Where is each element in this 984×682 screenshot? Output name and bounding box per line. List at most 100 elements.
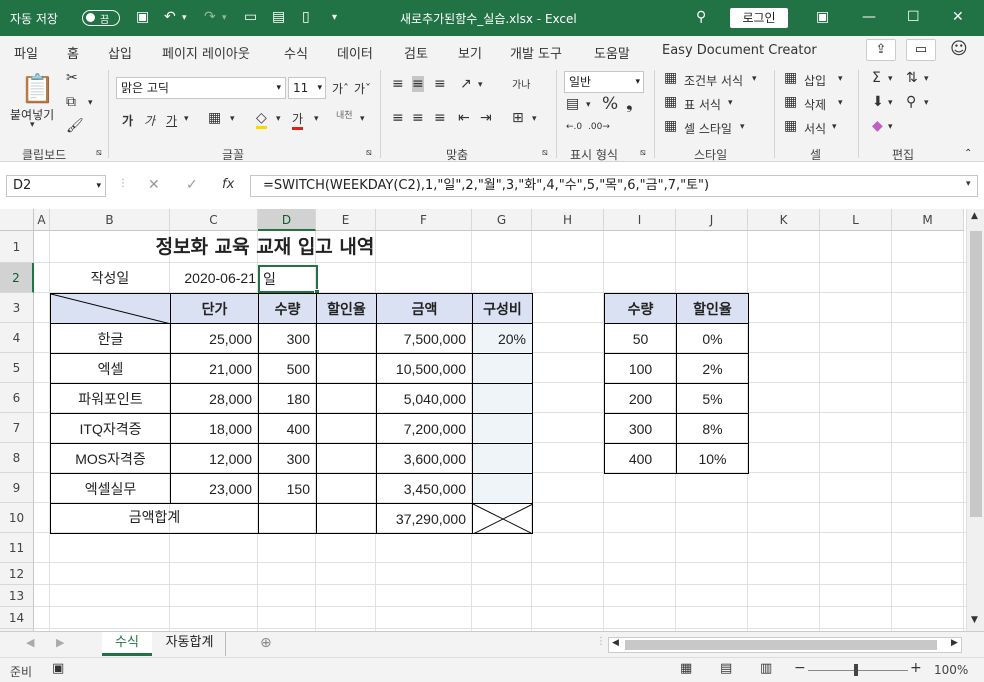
orientation-dropdown-icon[interactable]: ▾ [478,80,483,90]
column-header-i[interactable]: I [604,209,676,231]
maximize-icon[interactable]: ☐ [907,9,920,25]
scroll-left-icon[interactable]: ◀ [612,638,619,648]
clear-icon[interactable]: ◆ [872,118,883,134]
font-launcher-icon[interactable]: ⧅ [366,148,372,158]
item-ratio[interactable]: 20% [472,323,533,354]
item-name[interactable]: 한글 [50,323,171,354]
item-name[interactable]: 파워포인트 [50,383,171,414]
active-cell-d2[interactable]: 일 [258,265,318,293]
total-ratio-crossed[interactable] [472,503,533,534]
scroll-right-icon[interactable]: ▶ [951,638,958,648]
item-name[interactable]: 엑셀 [50,353,171,384]
redo-dropdown-icon[interactable]: ▾ [222,13,227,23]
align-bottom-icon[interactable]: ≡ [434,76,446,92]
macro-record-icon[interactable]: ▣ [52,661,64,676]
item-amount[interactable]: 10,500,000 [376,353,473,384]
item-discount[interactable] [316,353,377,384]
column-header-k[interactable]: K [748,209,820,231]
total-label[interactable]: 금액합계 [50,503,259,534]
lookup-header-quantity[interactable]: 수량 [604,293,677,324]
login-button[interactable]: 로그인 [730,8,788,28]
item-price[interactable]: 18,000 [170,413,259,444]
fill-color-dropdown-icon[interactable]: ▾ [276,114,281,124]
item-price[interactable]: 28,000 [170,383,259,414]
tab-split-icon[interactable]: ⋮ [596,636,606,647]
header-amount[interactable]: 금액 [376,293,473,324]
tab-help[interactable]: 도움말 [594,43,630,62]
total-discount[interactable] [316,503,377,534]
phonetic-dropdown-icon[interactable]: ▾ [360,114,365,124]
format-painter-icon[interactable]: 🖌 [66,118,84,134]
header-ratio[interactable]: 구성비 [472,293,533,324]
scroll-down-icon[interactable]: ▼ [971,615,978,625]
align-right-icon[interactable]: ≡ [434,110,446,126]
vertical-scrollbar[interactable]: ▲ ▼ [966,209,984,631]
italic-icon[interactable]: 가 [144,112,155,129]
increase-font-icon[interactable]: 가ˆ [332,80,349,97]
conditional-format-icon[interactable]: ▦ [664,70,677,86]
horizontal-scrollbar[interactable]: ◀ ▶ [608,637,962,653]
row-header-3[interactable]: 3 [0,293,34,323]
format-as-table-icon[interactable]: ▦ [664,94,677,110]
tab-developer[interactable]: 개발 도구 [510,43,562,62]
zoom-in-icon[interactable]: + [910,660,922,676]
row-header-12[interactable]: 12 [0,563,34,585]
lookup-rate[interactable]: 8% [676,413,749,444]
item-amount[interactable]: 3,450,000 [376,473,473,504]
created-date[interactable]: 2020-06-21 [170,263,258,293]
number-launcher-icon[interactable]: ⧅ [640,148,646,158]
customize-qat-icon[interactable]: ▾ [332,12,337,23]
accounting-dropdown-icon[interactable]: ▾ [586,100,591,110]
conditional-format-dropdown-icon[interactable]: ▾ [752,74,757,84]
item-quantity[interactable]: 150 [258,473,317,504]
zoom-slider[interactable] [808,670,908,671]
tab-view[interactable]: 보기 [458,43,482,62]
tab-data[interactable]: 데이터 [337,43,373,62]
row-header-8[interactable]: 8 [0,443,34,473]
collapse-ribbon-icon[interactable]: ⌃ [964,148,972,159]
increase-indent-icon[interactable]: ⇥ [480,110,492,126]
header-unit-price[interactable]: 단가 [170,293,259,324]
delete-cells-icon[interactable]: ▦ [784,94,797,110]
clear-dropdown-icon[interactable]: ▾ [888,122,893,132]
select-all-corner[interactable] [0,209,34,231]
number-format-select[interactable]: 일반 ▾ [564,71,644,93]
normal-view-icon[interactable]: ▦ [680,661,692,676]
item-discount[interactable] [316,443,377,474]
increase-decimal-icon[interactable]: ←.0 [566,122,582,132]
lookup-quantity[interactable]: 300 [604,413,677,444]
new-file-icon[interactable]: ▭ [244,9,257,25]
row-header-7[interactable]: 7 [0,413,34,443]
merge-center-icon[interactable]: ⊞ [512,110,524,126]
item-price[interactable]: 21,000 [170,353,259,384]
column-header-d[interactable]: D [258,209,316,231]
tab-formulas[interactable]: 수식 [284,43,308,62]
item-price[interactable]: 25,000 [170,323,259,354]
feedback-smiley-icon[interactable]: ☺ [950,39,968,59]
search-icon[interactable]: ⚲ [696,9,706,25]
header-quantity[interactable]: 수량 [258,293,317,324]
item-ratio[interactable] [472,443,533,474]
item-amount[interactable]: 7,200,000 [376,413,473,444]
horizontal-scroll-thumb[interactable] [625,640,937,650]
item-amount[interactable]: 5,040,000 [376,383,473,414]
find-select-dropdown-icon[interactable]: ▾ [924,98,929,108]
row-header-14[interactable]: 14 [0,607,34,629]
copy-icon[interactable]: ⧉ [66,94,76,110]
bold-icon[interactable]: 가 [122,112,133,129]
cell-styles-button[interactable]: 셀 스타일 [684,120,732,137]
delete-cells-button[interactable]: 삭제 [804,96,826,113]
document-icon[interactable]: ▯ [302,9,310,25]
format-as-table-button[interactable]: 표 서식 [684,96,721,113]
column-header-j[interactable]: J [676,209,748,231]
lookup-rate[interactable]: 10% [676,443,749,474]
item-amount[interactable]: 7,500,000 [376,323,473,354]
merge-dropdown-icon[interactable]: ▾ [532,114,537,124]
font-color-dropdown-icon[interactable]: ▾ [314,114,319,124]
next-sheet-icon[interactable]: ▶ [56,636,64,649]
lookup-quantity[interactable]: 100 [604,353,677,384]
row-header-6[interactable]: 6 [0,383,34,413]
lookup-rate[interactable]: 5% [676,383,749,414]
sheet-title[interactable]: 정보화 교육 교재 입고 내역 [50,232,480,262]
column-header-l[interactable]: L [820,209,892,231]
